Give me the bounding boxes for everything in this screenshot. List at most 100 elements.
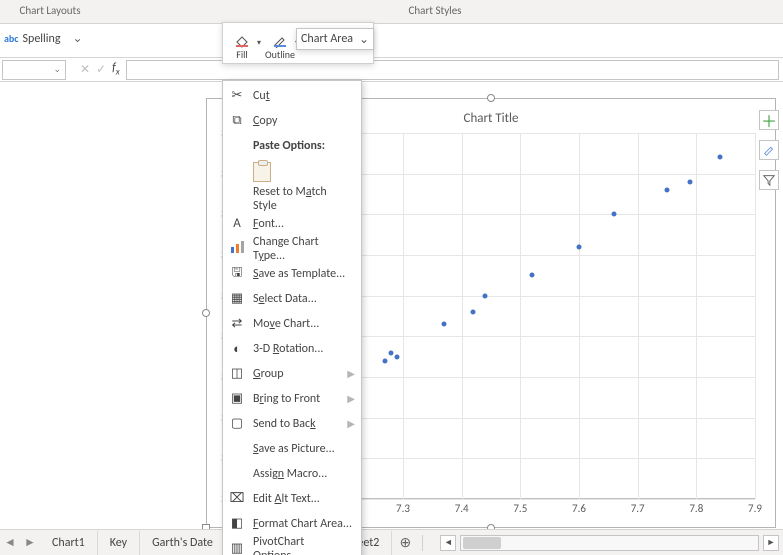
tab-nav-next[interactable]: ► [20,535,40,550]
ctx-edit-alt-text[interactable]: ⌧Edit Alt Text... [223,486,361,511]
chart-filters-button[interactable] [759,170,779,190]
data-point[interactable] [483,293,488,298]
tab-chart1[interactable]: Chart1 [40,531,98,555]
data-point[interactable] [395,354,400,359]
ctx-select-data[interactable]: ▦Select Data... [223,286,361,311]
group-icon: ◫ [229,366,245,381]
ctx-save-as-template[interactable]: 🖫Save as Template... [223,261,361,286]
name-box[interactable]: ⌄ [2,60,66,80]
format-icon: ◧ [229,516,245,531]
cancel-formula-icon: ✕ [80,62,90,77]
ctx-3d-rotation: ◐3-D Rotation... [223,336,361,361]
scroll-track[interactable] [460,535,759,551]
chart-styles-button[interactable] [759,140,779,160]
horizontal-scrollbar[interactable]: ◄ ► [440,535,783,551]
chevron-down-icon: ⌄ [53,64,61,75]
chart-element-select-value: Chart Area [301,32,353,46]
scissors-icon: ✂ [229,88,245,103]
save-template-icon: 🖫 [229,263,245,285]
ctx-group: ◫Group▶ [223,361,361,386]
tab-splitter[interactable] [422,535,436,551]
data-point[interactable] [383,358,388,363]
gridline-vertical [462,133,463,499]
add-sheet-button[interactable]: ⊕ [392,534,418,551]
x-tick-label: 7.8 [689,502,703,515]
move-icon: ⇄ [229,316,245,331]
data-point[interactable] [688,179,693,184]
chart-type-icon [229,240,245,258]
chart-elements-button[interactable]: ＋ [759,110,779,130]
formula-actions: ✕ ✓ fx [80,61,120,77]
gridline-vertical [579,133,580,499]
rotate-3d-icon: ◐ [229,341,245,357]
data-point[interactable] [717,155,722,160]
ribbon-group-chart-styles: Chart Styles [390,4,480,17]
x-tick-label: 7.3 [396,502,410,515]
chart-element-select[interactable]: Chart Area ⌄ [296,28,374,50]
ctx-paste-options-header: Paste Options: [223,133,361,158]
alt-text-icon: ⌧ [229,491,245,506]
ctx-bring-to-front: ▣Bring to Front▶ [223,386,361,411]
gridline-vertical [520,133,521,499]
formula-bar: ⌄ ✕ ✓ fx [0,58,783,82]
chevron-right-icon: ▶ [347,417,355,430]
outline-button[interactable]: Outline [261,23,299,63]
tab-nav-prev[interactable]: ◄ [0,535,20,550]
data-point[interactable] [530,273,535,278]
ctx-send-to-back: ▢Send to Back▶ [223,411,361,436]
fill-button[interactable]: Fill [223,23,261,63]
sheet-tab-strip: ◄ ► Chart1 Key Garth's Date copy Full Da… [0,529,783,555]
ctx-change-chart-type[interactable]: Change Chart Type... [223,236,361,261]
scroll-right-button[interactable]: ► [763,535,779,551]
chevron-right-icon: ▶ [347,367,355,380]
chevron-right-icon: ▶ [347,392,355,405]
fill-label: Fill [236,48,247,61]
tab-key[interactable]: Key [98,531,140,555]
data-point[interactable] [442,322,447,327]
font-icon: A [229,216,245,231]
ctx-paste-icons[interactable] [223,158,361,186]
ctx-reset-match-style[interactable]: Reset to Match Style [223,186,361,211]
data-point[interactable] [612,212,617,217]
ribbon-secondary-row: abc Spelling ⌄ [0,24,783,58]
gridline-vertical [638,133,639,499]
resize-handle[interactable] [487,94,495,102]
pen-icon [272,34,288,48]
fx-icon[interactable]: fx [112,61,120,77]
ctx-font[interactable]: AFont... [223,211,361,236]
ctx-move-chart[interactable]: ⇄Move Chart... [223,311,361,336]
spelling-label: Spelling [23,32,61,46]
x-tick-label: 7.9 [748,502,762,515]
spelling-button[interactable]: abc Spelling ⌄ [4,31,83,46]
scroll-thumb[interactable] [463,537,501,549]
tab-garths-date[interactable]: Garth's Date [140,531,226,555]
gridline-vertical [696,133,697,499]
chevron-down-icon: ⌄ [73,31,83,46]
ctx-assign-macro[interactable]: Assign Macro... [223,461,361,486]
gridline-vertical [403,133,404,499]
data-point[interactable] [389,350,394,355]
data-point[interactable] [665,187,670,192]
paint-bucket-icon [234,34,250,48]
data-point[interactable] [577,244,582,249]
accept-formula-icon: ✓ [96,62,106,77]
ctx-format-chart-area[interactable]: ◧Format Chart Area... [223,511,361,536]
scroll-left-button[interactable]: ◄ [440,535,456,551]
pivot-icon: ▥ [229,541,245,555]
ribbon-group-chart-layouts: Chart Layouts [10,4,90,17]
send-back-icon: ▢ [229,416,245,431]
abc-icon: abc [4,32,19,45]
x-tick-label: 7.6 [572,502,586,515]
ctx-save-as-picture[interactable]: Save as Picture... [223,436,361,461]
x-tick-label: 7.4 [455,502,469,515]
x-tick-label: 7.5 [513,502,527,515]
resize-handle[interactable] [202,309,210,317]
outline-label: Outline [265,48,295,61]
ctx-copy[interactable]: ⧉Copy [223,108,361,133]
gridline-vertical [755,133,756,499]
ctx-pivotchart-options: ▥PivotChart Options... [223,536,361,555]
grid-icon: ▦ [229,291,245,306]
bring-front-icon: ▣ [229,391,245,406]
data-point[interactable] [471,309,476,314]
ribbon-labels-row: Chart Layouts Chart Styles [0,0,783,24]
